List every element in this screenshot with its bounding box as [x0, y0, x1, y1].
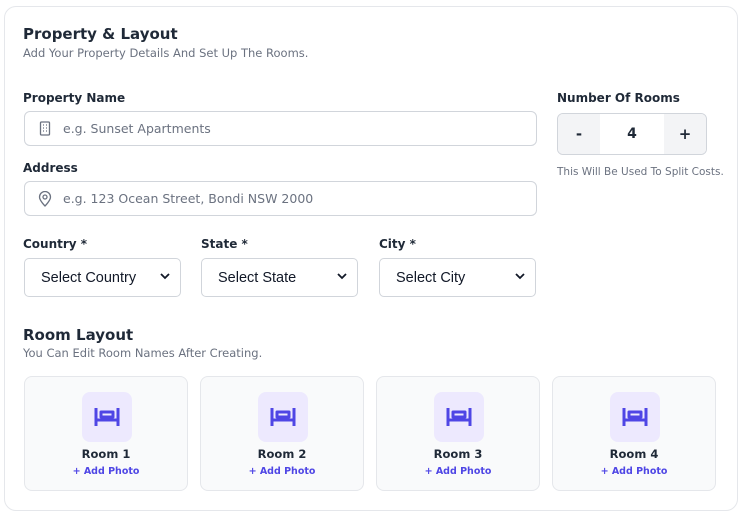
rooms-count-label: Number Of Rooms — [557, 91, 680, 105]
room-card[interactable]: Room 3 + Add Photo — [376, 376, 540, 491]
city-label: City * — [379, 237, 416, 251]
add-photo-link[interactable]: + Add Photo — [377, 466, 539, 477]
bed-icon — [258, 392, 308, 442]
room-name: Room 4 — [609, 447, 659, 461]
section-subtitle: Add Your Property Details And Set Up The… — [23, 46, 309, 60]
property-name-input[interactable]: e.g. Sunset Apartments — [24, 111, 537, 146]
address-placeholder: e.g. 123 Ocean Street, Bondi NSW 2000 — [63, 191, 314, 206]
country-select[interactable]: Select Country — [24, 258, 181, 297]
chevron-down-icon — [159, 270, 171, 286]
section-title: Property & Layout — [23, 25, 178, 43]
city-selected-value: Select City — [396, 269, 466, 286]
room-name: Room 1 — [81, 447, 131, 461]
room-card[interactable]: Room 2 + Add Photo — [200, 376, 364, 491]
rooms-count-hint: This Will Be Used To Split Costs. — [557, 166, 724, 178]
bed-icon — [610, 392, 660, 442]
room-layout-subtitle: You Can Edit Room Names After Creating. — [23, 346, 263, 360]
room-card[interactable]: Room 4 + Add Photo — [552, 376, 716, 491]
address-label: Address — [23, 161, 78, 175]
chevron-down-icon — [514, 270, 526, 286]
add-photo-link[interactable]: + Add Photo — [553, 466, 715, 477]
property-name-label: Property Name — [23, 91, 126, 105]
building-icon — [37, 121, 53, 137]
rooms-count-stepper: - 4 + — [557, 113, 707, 155]
bed-icon — [82, 392, 132, 442]
chevron-down-icon — [336, 270, 348, 286]
room-name: Room 3 — [433, 447, 483, 461]
room-card[interactable]: Room 1 + Add Photo — [24, 376, 188, 491]
add-photo-link[interactable]: + Add Photo — [25, 466, 187, 477]
address-input[interactable]: e.g. 123 Ocean Street, Bondi NSW 2000 — [24, 181, 537, 216]
bed-icon — [434, 392, 484, 442]
add-photo-link[interactable]: + Add Photo — [201, 466, 363, 477]
room-layout-title: Room Layout — [23, 326, 134, 344]
state-select[interactable]: Select State — [201, 258, 358, 297]
rooms-count-value[interactable]: 4 — [600, 114, 664, 154]
city-select[interactable]: Select City — [379, 258, 536, 297]
map-pin-icon — [37, 190, 53, 207]
country-label: Country * — [23, 237, 88, 251]
state-selected-value: Select State — [218, 269, 297, 286]
decrement-button[interactable]: - — [558, 114, 600, 154]
country-selected-value: Select Country — [41, 269, 137, 286]
property-name-placeholder: e.g. Sunset Apartments — [63, 121, 211, 136]
state-label: State * — [201, 237, 248, 251]
room-name: Room 2 — [257, 447, 307, 461]
increment-button[interactable]: + — [664, 114, 706, 154]
